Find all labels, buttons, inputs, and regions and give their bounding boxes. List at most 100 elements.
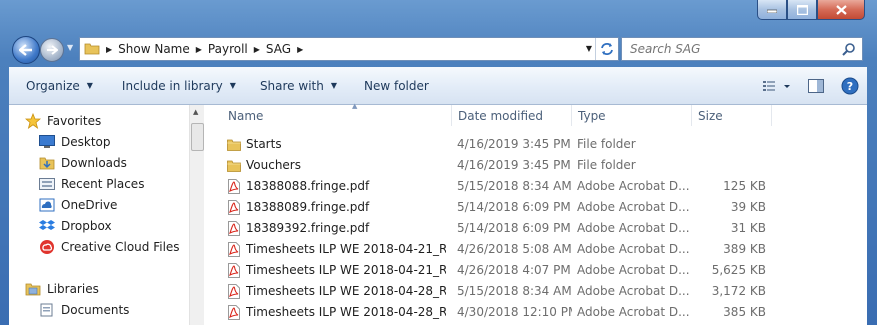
file-name: Starts: [246, 137, 282, 151]
nav-item-onedrive[interactable]: OneDrive: [39, 195, 117, 215]
chevron-down-icon: ▼: [330, 81, 337, 90]
documents-icon: [39, 302, 55, 318]
pdf-icon: [227, 305, 241, 320]
nav-item-label: OneDrive: [61, 198, 118, 212]
close-button[interactable]: [817, 0, 865, 20]
nav-favorites[interactable]: Favorites: [25, 111, 101, 131]
column-header-name[interactable]: ▲ Name: [222, 102, 452, 126]
star-icon: [25, 113, 41, 129]
view-controls: ?: [755, 67, 867, 104]
nav-item-downloads[interactable]: Downloads: [39, 153, 127, 173]
organize-button[interactable]: Organize ▼: [9, 67, 102, 104]
preview-pane-button[interactable]: [799, 67, 833, 104]
nav-item-desktop[interactable]: Desktop: [39, 132, 111, 152]
file-type: Adobe Acrobat D...: [577, 200, 690, 214]
file-type: File folder: [577, 137, 636, 151]
include-in-library-button[interactable]: Include in library ▼: [102, 67, 245, 104]
file-type: Adobe Acrobat D...: [577, 284, 690, 298]
breadcrumb-item[interactable]: Show Name: [118, 42, 190, 56]
help-button[interactable]: ?: [833, 67, 867, 104]
help-icon: ?: [841, 77, 859, 94]
search-icon[interactable]: [842, 42, 856, 59]
command-bar: Organize ▼ Include in library ▼ Share with…: [9, 67, 867, 105]
file-type: Adobe Acrobat D...: [577, 221, 690, 235]
share-with-button[interactable]: Share with ▼: [245, 67, 346, 104]
refresh-button[interactable]: [595, 38, 618, 60]
nav-item-label: Desktop: [61, 135, 111, 149]
search-input[interactable]: [628, 41, 832, 57]
chevron-right-icon[interactable]: ▶: [106, 45, 112, 54]
chevron-right-icon[interactable]: ▶: [254, 45, 260, 54]
preview-pane-icon: [808, 78, 824, 93]
pdf-icon: [227, 263, 241, 278]
file-name: 18389392.fringe.pdf: [246, 221, 370, 235]
folder-icon: [227, 137, 241, 152]
minimize-button[interactable]: [757, 0, 787, 20]
nav-item-recent-places[interactable]: Recent Places: [39, 174, 144, 194]
address-bar[interactable]: ▶ Show Name ▶ Payroll ▶ SAG ▶ ▼: [79, 37, 619, 61]
file-name: Timesheets ILP WE 2018-04-28_Reg...: [246, 284, 446, 298]
libraries-icon: [25, 281, 41, 297]
file-size: 5,625 KB: [711, 263, 766, 277]
chevron-down-icon: ▼: [229, 81, 236, 90]
file-type: Adobe Acrobat D...: [577, 179, 690, 193]
address-history-dropdown[interactable]: ▼: [586, 44, 592, 53]
file-size: [692, 155, 766, 176]
column-header-size[interactable]: Size: [692, 105, 772, 126]
window-controls: [757, 0, 865, 20]
scrollbar-thumb[interactable]: [191, 123, 204, 151]
forward-button[interactable]: [40, 38, 64, 62]
file-date: 5/15/2018 8:34 AM: [457, 179, 572, 193]
file-date: 4/26/2018 5:08 AM: [457, 242, 572, 256]
file-name: Timesheets ILP WE 2018-04-28_Reg...: [246, 305, 446, 319]
file-row[interactable]: 18388088.fringe.pdf 5/15/2018 8:34 AM Adob…: [204, 176, 867, 197]
creative-cloud-icon: [39, 239, 55, 255]
file-name: Timesheets ILP WE 2018-04-21_Reg...: [246, 242, 446, 256]
breadcrumb-item[interactable]: Payroll: [208, 42, 248, 56]
nav-item-label: Downloads: [61, 156, 127, 170]
nav-item-label: Recent Places: [61, 177, 145, 191]
nav-item-dropbox[interactable]: Dropbox: [39, 216, 112, 236]
file-date: 5/14/2018 6:09 PM: [457, 200, 571, 214]
change-view-button[interactable]: [755, 67, 799, 104]
file-list: ▲ Name Date modified Type Size Starts 4/1…: [204, 102, 867, 325]
file-size: 385 KB: [723, 305, 766, 319]
pdf-icon: [227, 179, 241, 194]
file-date: 5/15/2018 8:34 AM: [457, 284, 572, 298]
pdf-icon: [227, 242, 241, 257]
back-button[interactable]: [12, 36, 40, 64]
nav-libraries[interactable]: Libraries: [25, 279, 99, 299]
nav-item-creative-cloud[interactable]: Creative Cloud Files: [39, 237, 180, 257]
svg-text:?: ?: [847, 80, 853, 93]
file-row[interactable]: Starts 4/16/2019 3:45 PM File folder: [204, 134, 867, 155]
nav-pane-scrollbar[interactable]: ▲: [189, 105, 204, 325]
column-header-date[interactable]: Date modified: [452, 105, 572, 126]
new-folder-button[interactable]: New folder: [346, 67, 438, 104]
file-row[interactable]: Vouchers 4/16/2019 3:45 PM File folder: [204, 155, 867, 176]
chevron-right-icon[interactable]: ▶: [196, 45, 202, 54]
file-size: 31 KB: [730, 221, 766, 235]
column-label: Type: [578, 108, 606, 123]
search-box[interactable]: [621, 37, 863, 61]
chevron-down-icon: ▼: [86, 81, 93, 90]
arrow-right-icon: [47, 45, 58, 55]
maximize-button[interactable]: [787, 0, 817, 20]
recent-pages-dropdown[interactable]: ▼: [67, 43, 73, 52]
file-row[interactable]: 18388089.fringe.pdf 5/14/2018 6:09 PM Adob…: [204, 197, 867, 218]
file-row[interactable]: Timesheets ILP WE 2018-04-28_Reg... 5/15/…: [204, 281, 867, 302]
file-row[interactable]: 18389392.fringe.pdf 5/14/2018 6:09 PM Adob…: [204, 218, 867, 239]
chevron-right-icon[interactable]: ▶: [297, 45, 303, 54]
minimize-icon: [767, 9, 777, 13]
file-row[interactable]: Timesheets ILP WE 2018-04-21_Reg... 4/26/…: [204, 260, 867, 281]
file-row[interactable]: Timesheets ILP WE 2018-04-28_Reg... 4/30/…: [204, 302, 867, 323]
file-row[interactable]: Timesheets ILP WE 2018-04-21_Reg... 4/26/…: [204, 239, 867, 260]
include-in-library-label: Include in library: [121, 78, 223, 93]
file-date: 5/14/2018 6:09 PM: [457, 221, 571, 235]
scroll-up-icon[interactable]: ▲: [193, 108, 198, 116]
breadcrumb-item[interactable]: SAG: [266, 42, 291, 56]
content-area: Favorites Desktop Downloads Recent Place…: [9, 102, 867, 325]
nav-item-documents[interactable]: Documents: [39, 300, 129, 320]
column-label: Name: [228, 108, 264, 123]
file-size: 125 KB: [723, 179, 766, 193]
column-header-type[interactable]: Type: [572, 105, 692, 126]
